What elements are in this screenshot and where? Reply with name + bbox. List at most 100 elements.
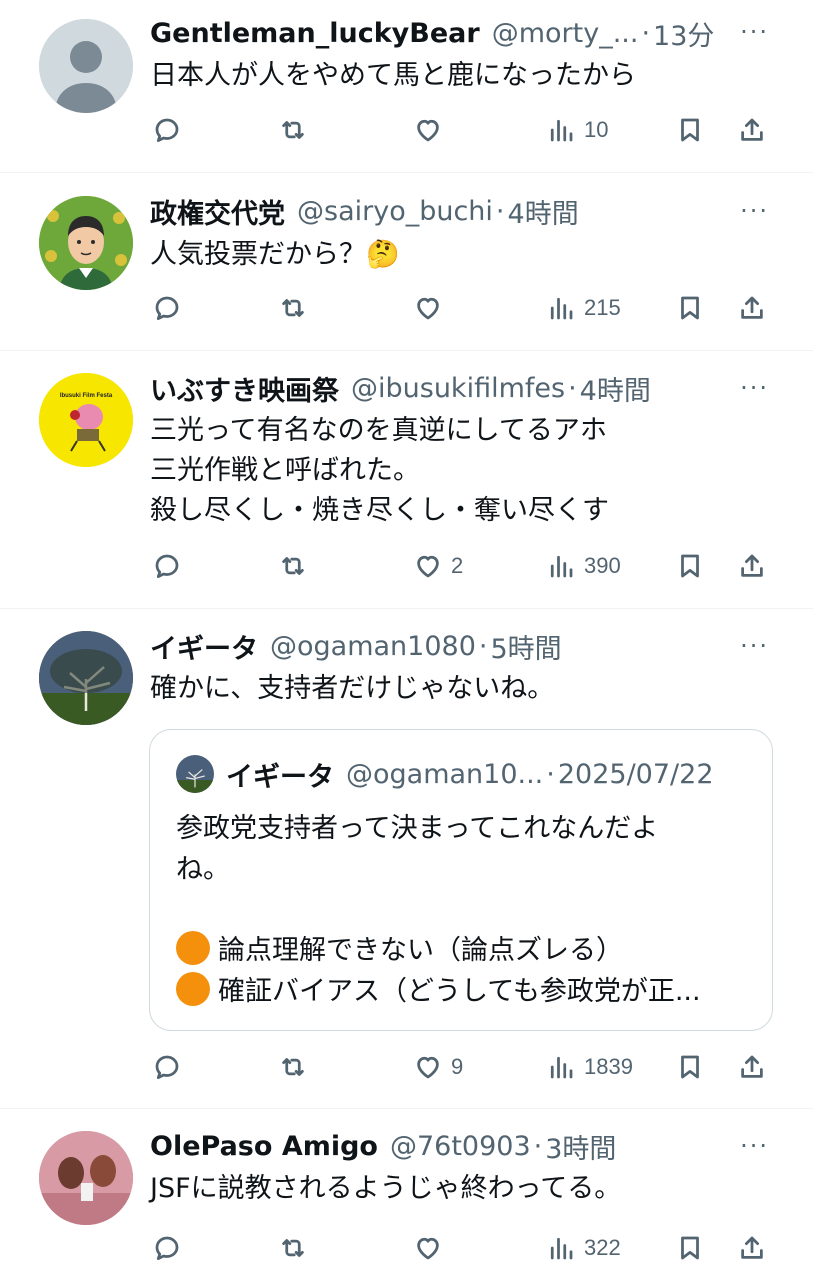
views-button[interactable]: 1839 <box>546 1047 633 1087</box>
handle[interactable]: @ibusukifilmfes <box>351 373 565 404</box>
share-button[interactable] <box>737 1228 767 1268</box>
quoted-bullet-text: 論点理解できない（論点ズレる） <box>218 935 623 966</box>
handle[interactable]: @sairyo_buchi <box>297 196 493 227</box>
views-icon <box>546 551 576 581</box>
handle[interactable]: @ogaman1080 <box>270 631 476 662</box>
views-button[interactable]: 390 <box>546 546 621 586</box>
bookmark-button[interactable] <box>675 288 705 328</box>
heart-icon <box>413 1233 443 1263</box>
tweet[interactable]: Gentleman_luckyBear @morty_... · 13分 ···… <box>0 0 813 173</box>
share-icon <box>737 115 767 145</box>
separator-dot: · <box>546 758 555 790</box>
timestamp[interactable]: 3時間 <box>545 1127 616 1166</box>
more-icon[interactable]: ··· <box>740 18 769 46</box>
avatar[interactable]: Ibusuki Film Festa <box>39 373 133 467</box>
share-icon <box>737 293 767 323</box>
views-icon <box>546 293 576 323</box>
display-name[interactable]: イギータ <box>150 627 258 666</box>
retweet-button[interactable] <box>278 1228 308 1268</box>
more-icon[interactable]: ··· <box>740 197 769 225</box>
avatar-image <box>39 196 133 290</box>
action-bar: 2 390 <box>150 546 773 586</box>
heart-icon <box>413 551 443 581</box>
views-button[interactable]: 10 <box>546 110 608 150</box>
share-button[interactable] <box>737 288 767 328</box>
more-icon[interactable]: ··· <box>740 374 769 402</box>
retweet-button[interactable] <box>278 110 308 150</box>
share-icon <box>737 1233 767 1263</box>
retweet-button[interactable] <box>278 1047 308 1087</box>
retweet-icon <box>278 1052 308 1082</box>
reply-button[interactable] <box>152 1228 182 1268</box>
tweet-text: 三光って有名なのを真逆にしてるアホ 三光作戦と呼ばれた。 殺し尽くし・焼き尽くし… <box>150 415 609 526</box>
retweet-button[interactable] <box>278 546 308 586</box>
tweet-text: JSFに説教されるようじゃ終わってる。 <box>150 1173 622 1204</box>
more-icon[interactable]: ··· <box>740 1132 769 1160</box>
like-count: 9 <box>451 1054 464 1079</box>
views-icon <box>546 115 576 145</box>
like-button[interactable] <box>413 110 451 150</box>
quoted-tweet-card[interactable]: イギータ @ogaman10... · 2025/07/22 参政党支持者って決… <box>149 729 773 1031</box>
reply-button[interactable] <box>152 288 182 328</box>
timestamp[interactable]: 5時間 <box>490 627 561 666</box>
share-button[interactable] <box>737 546 767 586</box>
tweet-header: 政権交代党 @sairyo_buchi · 4時間 <box>150 191 773 231</box>
like-button[interactable]: 2 <box>413 546 463 586</box>
reply-button[interactable] <box>152 110 182 150</box>
timestamp[interactable]: 13分 <box>653 14 714 53</box>
separator-dot: · <box>568 372 577 404</box>
quoted-bullet-item: 確証バイアス（どうしても参政党が正... <box>176 968 752 1009</box>
tweet-header: Gentleman_luckyBear @morty_... · 13分 <box>150 13 773 53</box>
like-button[interactable]: 9 <box>413 1047 463 1087</box>
reply-icon <box>152 293 182 323</box>
share-button[interactable] <box>737 110 767 150</box>
handle[interactable]: @76t0903 <box>390 1131 531 1162</box>
views-button[interactable]: 322 <box>546 1228 621 1268</box>
timestamp[interactable]: 4時間 <box>580 369 651 408</box>
tweet[interactable]: 政権交代党 @sairyo_buchi · 4時間 ··· 人気投票だから？🤔 … <box>0 173 813 351</box>
view-count: 1839 <box>584 1054 633 1079</box>
heart-icon <box>413 1052 443 1082</box>
bookmark-button[interactable] <box>675 110 705 150</box>
avatar[interactable] <box>39 19 133 113</box>
tweet[interactable]: OlePaso Amigo @76t0903 · 3時間 ··· JSFに説教さ… <box>0 1109 813 1280</box>
retweet-button[interactable] <box>278 288 308 328</box>
views-icon <box>546 1233 576 1263</box>
action-bar: 322 <box>150 1228 773 1268</box>
tweet[interactable]: Ibusuki Film Festa いぶすき映画祭 @ibusukifilmf… <box>0 351 813 609</box>
reply-icon <box>152 1052 182 1082</box>
display-name[interactable]: いぶすき映画祭 <box>150 369 339 408</box>
retweet-icon <box>278 1233 308 1263</box>
tweet-text: 人気投票だから？🤔 <box>150 239 400 270</box>
display-name[interactable]: OlePaso Amigo <box>150 1131 378 1162</box>
logo-text: Ibusuki Film Festa <box>60 393 113 399</box>
tweet-text: 日本人が人をやめて馬と鹿になったから <box>150 60 636 91</box>
display-name[interactable]: Gentleman_luckyBear <box>150 18 480 49</box>
like-button[interactable] <box>413 1228 451 1268</box>
avatar[interactable] <box>39 1131 133 1225</box>
bookmark-button[interactable] <box>675 546 705 586</box>
more-icon[interactable]: ··· <box>740 632 769 660</box>
orange-circle-icon <box>176 971 210 1006</box>
bookmark-button[interactable] <box>675 1047 705 1087</box>
like-button[interactable] <box>413 288 451 328</box>
view-count: 322 <box>584 1235 621 1260</box>
views-button[interactable]: 215 <box>546 288 621 328</box>
bookmark-icon <box>675 551 705 581</box>
avatar[interactable] <box>39 196 133 290</box>
timestamp[interactable]: 4時間 <box>508 192 579 231</box>
bookmark-icon <box>675 293 705 323</box>
quoted-display-name: イギータ <box>226 761 334 793</box>
heart-icon <box>413 115 443 145</box>
reply-button[interactable] <box>152 1047 182 1087</box>
bookmark-icon <box>675 1052 705 1082</box>
reply-button[interactable] <box>152 546 182 586</box>
display-name[interactable]: 政権交代党 <box>150 192 285 231</box>
avatar[interactable] <box>39 631 133 725</box>
action-bar: 10 <box>150 110 773 150</box>
bookmark-button[interactable] <box>675 1228 705 1268</box>
quoted-bullet-text: 確証バイアス（どうしても参政党が正... <box>218 976 701 1007</box>
handle[interactable]: @morty_... <box>492 18 639 49</box>
share-button[interactable] <box>737 1047 767 1087</box>
tree-avatar-image <box>39 631 133 725</box>
